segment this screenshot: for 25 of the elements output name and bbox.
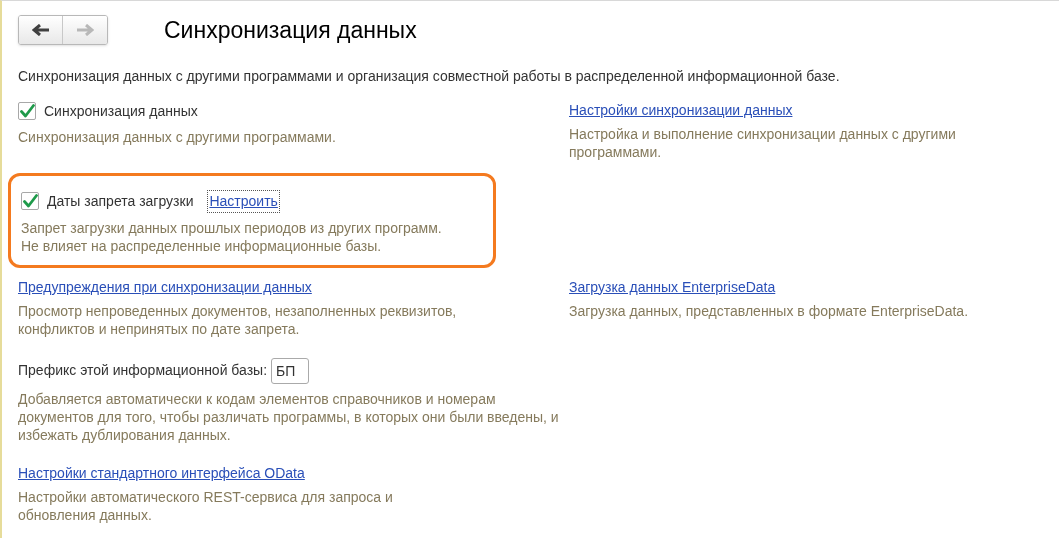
left-arrow-icon bbox=[31, 24, 50, 37]
checkmark-icon bbox=[22, 194, 38, 208]
checkbox[interactable] bbox=[18, 102, 36, 120]
settings-link[interactable]: Настройки синхронизации данных bbox=[569, 100, 793, 119]
intro-text: Синхронизация данных с другими программами и организация совместной работы в распределенной информационной базе. bbox=[18, 66, 841, 86]
field-label: Префикс этой информационной базы: bbox=[18, 361, 268, 380]
settings-link[interactable]: Предупреждения при синхронизации данных bbox=[18, 277, 312, 296]
configure-link[interactable]: Настроить bbox=[207, 189, 280, 213]
settings-link[interactable]: Загрузка данных EnterpriseData bbox=[569, 277, 776, 296]
page-title: Синхронизация данных bbox=[164, 16, 417, 45]
checkbox-label: Даты запрета загрузки bbox=[47, 191, 194, 211]
description-text: Загрузка данных, представленных в формате EnterpriseData. bbox=[569, 301, 970, 320]
description-text: Настройки автоматического REST-сервиса для запроса и обновления данных. bbox=[18, 487, 394, 524]
right-arrow-icon bbox=[76, 24, 94, 37]
back-button[interactable] bbox=[19, 16, 63, 45]
checkbox-label: Синхронизация данных bbox=[44, 101, 198, 121]
description-text: Синхронизация данных с другими программами. bbox=[18, 127, 337, 146]
description-text: Запрет загрузки данных прошлых периодов из других программ. Не влияет на распределенные информационные базы. bbox=[21, 218, 443, 255]
settings-link[interactable]: Настройки стандартного интерфейса OData bbox=[18, 463, 305, 482]
checkbox[interactable] bbox=[21, 192, 39, 210]
prefix-input[interactable]: БП bbox=[271, 357, 310, 384]
checkmark-icon bbox=[19, 104, 35, 118]
description-text: Добавляется автоматически к кодам элементов справочников и номерам документов для того, чтобы различать программы, в которых они были введены, и избежать дублирования данных. bbox=[18, 389, 560, 444]
description-text: Настройка и выполнение синхронизации данных с другими программами. bbox=[569, 124, 957, 161]
description-text: Просмотр непроведенных документов, незаполненных реквизитов, конфликтов и непринятых по дате запрета. bbox=[18, 301, 458, 338]
